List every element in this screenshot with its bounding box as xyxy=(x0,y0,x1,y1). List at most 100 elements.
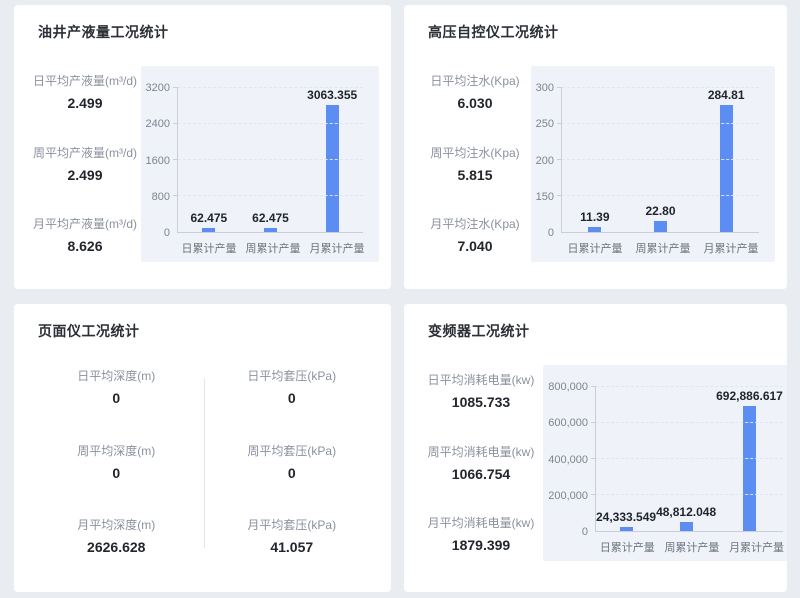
stat-label: 周平均深度(m) xyxy=(29,442,204,459)
stat-daily: 日平均注水(Kpa) 6.030 xyxy=(419,72,531,111)
x-tick-label: 周累计产量 xyxy=(629,240,697,256)
x-tick-label: 日累计产量 xyxy=(561,240,629,256)
bar-value-label: 24,333.549 xyxy=(596,510,656,524)
bar[interactable] xyxy=(588,227,601,232)
stat-value: 0 xyxy=(29,465,204,481)
bar-column-monthly[interactable]: 3063.355 xyxy=(301,88,363,232)
y-tick: 200,000 xyxy=(548,490,588,502)
x-tick-label: 日累计产量 xyxy=(595,539,660,555)
stat-label: 日平均注水(Kpa) xyxy=(419,72,531,89)
card-title: 变频器工况统计 xyxy=(428,321,775,341)
bar-value-label: 3063.355 xyxy=(307,88,357,102)
x-tick-label: 月累计产量 xyxy=(697,240,765,256)
stat-label: 周平均套压(kPa) xyxy=(205,442,380,459)
bar[interactable] xyxy=(720,105,733,232)
y-tick: 0 xyxy=(164,227,170,239)
bar-column-weekly[interactable]: 22.80 xyxy=(628,88,694,232)
axis-tick xyxy=(591,422,596,423)
gridline xyxy=(596,458,783,459)
card-frequency-converter: 变频器工况统计 日平均消耗电量(kw) 1085.733 周平均消耗电量(kw)… xyxy=(404,304,787,592)
stat-value: 2.499 xyxy=(29,95,141,111)
bar-chart: 0 200,000 400,000 600,000 800,000 xyxy=(543,365,787,561)
gridline xyxy=(562,159,759,160)
y-tick: 3200 xyxy=(146,82,170,94)
stat-daily: 日平均套压(kPa) 0 xyxy=(205,367,380,406)
card-content: 日平均消耗电量(kw) 1085.733 周平均消耗电量(kw) 1066.75… xyxy=(419,365,775,561)
y-tick: 1600 xyxy=(146,155,170,167)
stat-label: 周平均产液量(m³/d) xyxy=(29,144,141,161)
bar-column-weekly[interactable]: 48,812.048 xyxy=(656,387,716,531)
stats-column: 日平均注水(Kpa) 6.030 周平均注水(Kpa) 5.815 月平均注水(… xyxy=(419,66,531,262)
stat-label: 周平均消耗电量(kw) xyxy=(419,443,543,460)
x-tick-label: 月累计产量 xyxy=(724,539,787,555)
bar-value-label: 284.81 xyxy=(708,88,745,102)
bar[interactable] xyxy=(743,406,756,531)
bar-chart: 0 800 1600 2400 3200 xyxy=(141,66,379,262)
y-tick: 200 xyxy=(536,155,554,167)
axis-tick xyxy=(557,159,562,160)
card-title: 高压自控仪工况统计 xyxy=(428,22,775,42)
axis-tick xyxy=(173,195,178,196)
stat-weekly: 周平均套压(kPa) 0 xyxy=(205,442,380,481)
y-tick: 800 xyxy=(152,191,170,203)
axis-tick xyxy=(173,159,178,160)
stat-label: 月平均注水(Kpa) xyxy=(419,215,531,232)
x-axis: 日累计产量 周累计产量 月累计产量 xyxy=(561,240,765,256)
stat-value: 2.499 xyxy=(29,167,141,183)
stats-column: 日平均产液量(m³/d) 2.499 周平均产液量(m³/d) 2.499 月平… xyxy=(29,66,141,262)
bar-value-label: 11.39 xyxy=(580,210,609,224)
stat-weekly: 周平均消耗电量(kw) 1066.754 xyxy=(419,443,543,482)
stat-daily: 日平均产液量(m³/d) 2.499 xyxy=(29,72,141,111)
bar[interactable] xyxy=(326,105,339,232)
y-tick: 300 xyxy=(536,82,554,94)
bar[interactable] xyxy=(620,527,633,531)
bar-column-monthly[interactable]: 692,886.617 xyxy=(716,387,783,531)
gridline xyxy=(562,123,759,124)
card-content: 日平均注水(Kpa) 6.030 周平均注水(Kpa) 5.815 月平均注水(… xyxy=(419,66,775,262)
gridline xyxy=(178,195,363,196)
card-oil-well-production: 油井产液量工况统计 日平均产液量(m³/d) 2.499 周平均产液量(m³/d… xyxy=(14,5,391,289)
bar-column-daily[interactable]: 62.475 xyxy=(178,88,240,232)
stat-daily: 日平均深度(m) 0 xyxy=(29,367,204,406)
bar[interactable] xyxy=(264,228,277,232)
bar-value-label: 48,812.048 xyxy=(656,505,716,519)
dashboard: 油井产液量工况统计 日平均产液量(m³/d) 2.499 周平均产液量(m³/d… xyxy=(0,0,800,598)
stat-monthly: 月平均套压(kPa) 41.057 xyxy=(205,516,380,555)
stat-monthly: 月平均消耗电量(kw) 1879.399 xyxy=(419,514,543,553)
card-content: 日平均深度(m) 0 周平均深度(m) 0 月平均深度(m) 2626.628 … xyxy=(29,365,379,561)
gridline xyxy=(596,386,783,387)
axis-tick xyxy=(557,123,562,124)
axis-tick xyxy=(557,195,562,196)
x-tick-label: 周累计产量 xyxy=(241,240,305,256)
stat-label: 日平均套压(kPa) xyxy=(205,367,380,384)
card-high-pressure-control: 高压自控仪工况统计 日平均注水(Kpa) 6.030 周平均注水(Kpa) 5.… xyxy=(404,5,787,289)
gridline xyxy=(178,87,363,88)
bar-column-daily[interactable]: 24,333.549 xyxy=(596,387,656,531)
stat-monthly: 月平均注水(Kpa) 7.040 xyxy=(419,215,531,254)
bar[interactable] xyxy=(654,221,667,232)
bar-column-monthly[interactable]: 284.81 xyxy=(693,88,759,232)
plot-area: 11.39 22.80 284.81 xyxy=(561,88,759,233)
y-tick: 0 xyxy=(548,227,554,239)
y-axis: 0 150 200 250 300 xyxy=(531,88,561,233)
stats-column-depth: 日平均深度(m) 0 周平均深度(m) 0 月平均深度(m) 2626.628 xyxy=(29,365,204,561)
x-axis: 日累计产量 周累计产量 月累计产量 xyxy=(595,539,787,555)
bar[interactable] xyxy=(202,228,215,232)
y-axis: 0 200,000 400,000 600,000 800,000 xyxy=(543,387,595,532)
y-tick: 0 xyxy=(582,526,588,538)
bar[interactable] xyxy=(680,522,693,531)
y-tick: 250 xyxy=(536,118,554,130)
bar-value-label: 22.80 xyxy=(645,204,675,218)
stat-label: 月平均消耗电量(kw) xyxy=(419,514,543,531)
card-title: 页面仪工况统计 xyxy=(38,321,379,341)
stat-value: 41.057 xyxy=(205,539,380,555)
stat-value: 8.626 xyxy=(29,238,141,254)
bar-column-daily[interactable]: 11.39 xyxy=(562,88,628,232)
card-title: 油井产液量工况统计 xyxy=(38,22,379,42)
stat-label: 月平均深度(m) xyxy=(29,516,204,533)
card-page-meter: 页面仪工况统计 日平均深度(m) 0 周平均深度(m) 0 月平均深度(m) 2… xyxy=(14,304,391,592)
y-tick: 600,000 xyxy=(548,417,588,429)
bar-column-weekly[interactable]: 62.475 xyxy=(240,88,302,232)
stats-column: 日平均消耗电量(kw) 1085.733 周平均消耗电量(kw) 1066.75… xyxy=(419,365,543,561)
stat-value: 5.815 xyxy=(419,167,531,183)
